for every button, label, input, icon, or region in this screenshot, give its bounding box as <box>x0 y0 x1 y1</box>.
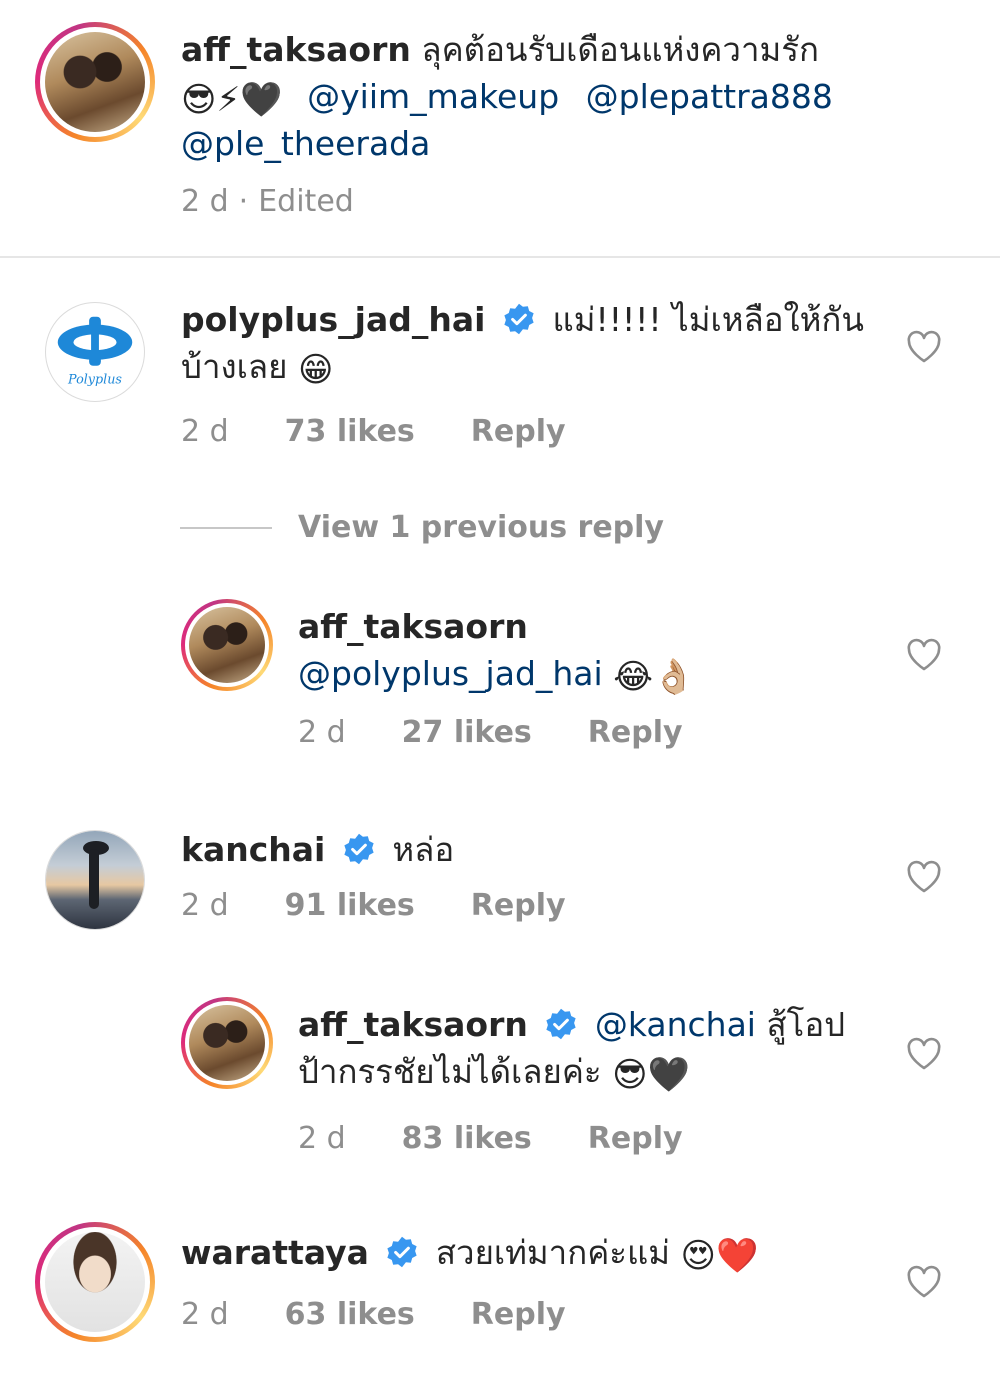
likes-count[interactable]: 63 likes <box>285 1297 415 1332</box>
likes-count[interactable]: 83 likes <box>402 1121 532 1156</box>
reply-button[interactable]: Reply <box>471 1297 566 1332</box>
comment-body: หล่อ <box>392 830 455 869</box>
heart-outline-icon[interactable] <box>906 860 942 894</box>
comment-avatar[interactable] <box>45 830 145 930</box>
caption-time: 2 d <box>181 184 229 219</box>
comment-username[interactable]: kanchai <box>181 830 325 869</box>
comment-text: polyplus_jad_hai แม่!!!!! ไม่เหลือให้กัน… <box>181 296 881 390</box>
reply-button[interactable]: Reply <box>471 414 566 449</box>
comment-meta: 2 d 63 likes Reply <box>181 1297 566 1332</box>
comment-time: 2 d <box>181 888 229 923</box>
verified-badge-icon <box>387 1236 418 1268</box>
reply-button[interactable]: Reply <box>588 715 683 750</box>
heart-outline-icon[interactable] <box>906 1037 942 1071</box>
comment-body: แม่!!!!! ไม่เหลือให้กัน <box>552 300 864 339</box>
verified-badge-icon <box>546 1008 576 1040</box>
comment-avatar[interactable]: Polyplus <box>45 302 145 402</box>
laugh-ok-emoji: 😂👌🏼 <box>613 657 696 697</box>
caption-avatar[interactable] <box>35 22 155 142</box>
heart-outline-icon[interactable] <box>906 638 942 672</box>
comment-text: kanchai หล่อ <box>181 826 881 873</box>
mention-link[interactable]: @yiim_makeup <box>307 77 559 116</box>
love-emoji: 😍❤️ <box>680 1236 759 1276</box>
cool-heart-emoji: 😎🖤 <box>612 1055 690 1095</box>
reply-username[interactable]: aff_taksaorn <box>298 1005 528 1044</box>
reply-button[interactable]: Reply <box>471 888 566 923</box>
reply-avatar[interactable] <box>181 599 273 691</box>
verified-badge-icon <box>504 303 534 335</box>
comment-username[interactable]: polyplus_jad_hai <box>181 300 485 339</box>
mention-link[interactable]: @ple_theerada <box>181 124 430 163</box>
heart-outline-icon[interactable] <box>906 330 942 364</box>
comment-body-cont: บ้างเลย <box>181 347 288 386</box>
reply-time: 2 d <box>298 715 346 750</box>
comment-time: 2 d <box>181 1297 229 1332</box>
caption-body: ลุคต้อนรับเดือนแห่งความรัก <box>421 30 819 69</box>
comment-body: สวยเท่มากค่ะแม่ <box>435 1233 671 1272</box>
comment-username[interactable]: warattaya <box>181 1233 369 1272</box>
likes-count[interactable]: 73 likes <box>285 414 415 449</box>
comment-text: warattaya สวยเท่มากค่ะแม่ 😍❤️ <box>181 1229 881 1276</box>
mention-link[interactable]: @polyplus_jad_hai <box>298 654 603 693</box>
replies-divider <box>180 526 272 529</box>
comment-avatar[interactable] <box>35 1222 155 1342</box>
caption-meta: 2 d · Edited <box>181 184 354 219</box>
reply-button[interactable]: Reply <box>588 1121 683 1156</box>
mention-link[interactable]: @plepattra888 <box>586 77 833 116</box>
heart-outline-icon[interactable] <box>906 1265 942 1299</box>
comment-meta: 2 d 91 likes Reply <box>181 888 566 923</box>
grin-emoji: 😁 <box>297 350 334 390</box>
polyplus-logo-icon: Polyplus <box>57 316 133 387</box>
post-caption: aff_taksaorn ลุคต้อนรับเดือนแห่งความรัก … <box>0 0 1000 258</box>
reply-text: aff_taksaorn @polyplus_jad_hai 😂👌🏼 <box>298 603 878 697</box>
verified-badge-icon <box>344 833 374 865</box>
reply-time: 2 d <box>298 1121 346 1156</box>
mention-link[interactable]: @kanchai <box>595 1005 756 1044</box>
likes-count[interactable]: 27 likes <box>402 715 532 750</box>
reply-username[interactable]: aff_taksaorn <box>298 607 528 646</box>
likes-count[interactable]: 91 likes <box>285 888 415 923</box>
meta-separator: · <box>238 184 249 219</box>
edited-label: Edited <box>258 184 354 219</box>
reply-meta: 2 d 27 likes Reply <box>298 715 683 750</box>
reply-text: aff_taksaorn @kanchai สู้โอป ป้ากรรชัยไม… <box>298 1001 888 1095</box>
reply-avatar[interactable] <box>181 997 273 1089</box>
reply-meta: 2 d 83 likes Reply <box>298 1121 683 1156</box>
polyplus-logo-text: Polyplus <box>67 372 122 387</box>
caption-text: aff_taksaorn ลุคต้อนรับเดือนแห่งความรัก … <box>181 26 941 167</box>
comment-time: 2 d <box>181 414 229 449</box>
reply-body: สู้โอป <box>766 1005 846 1044</box>
caption-username[interactable]: aff_taksaorn <box>181 30 411 69</box>
view-replies-button[interactable]: View 1 previous reply <box>180 510 664 545</box>
caption-emojis: 😎⚡🖤 <box>181 80 283 120</box>
reply-body-cont: ป้ากรรชัยไม่ได้เลยค่ะ <box>298 1052 602 1091</box>
comment-meta: 2 d 73 likes Reply <box>181 414 566 449</box>
view-replies-label[interactable]: View 1 previous reply <box>298 510 664 545</box>
